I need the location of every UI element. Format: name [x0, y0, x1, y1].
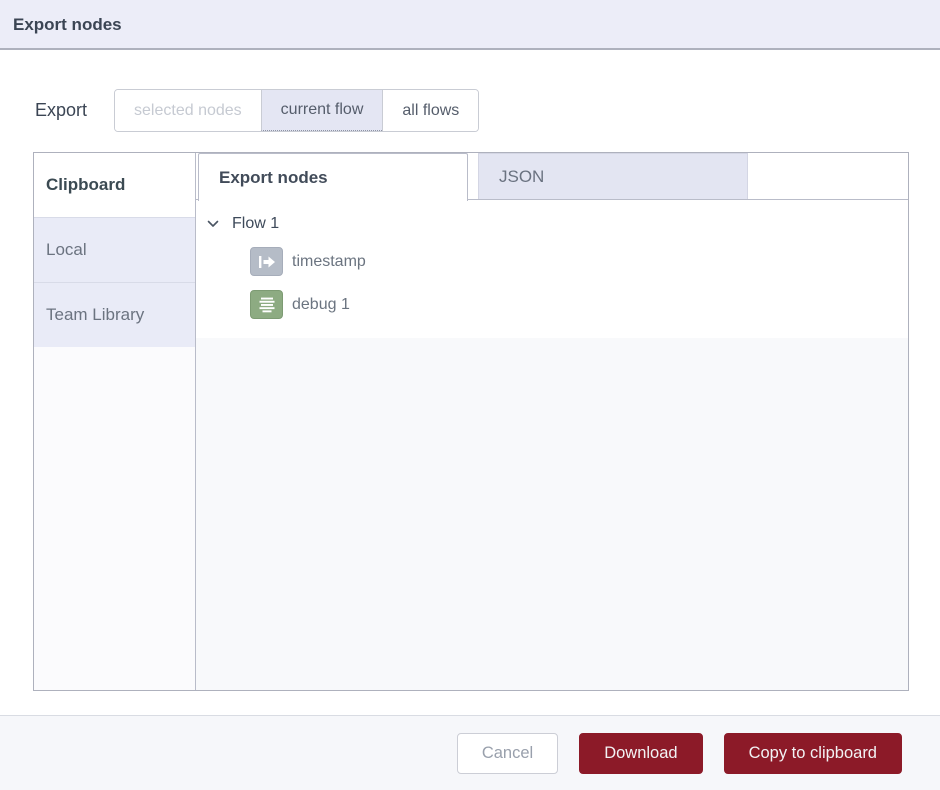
library-sidebar: Clipboard Local Team Library — [34, 153, 196, 690]
node-label: timestamp — [292, 253, 366, 271]
export-content: Export nodes JSON Flow 1 — [196, 153, 908, 690]
sidebar-item-team-library[interactable]: Team Library — [34, 282, 195, 347]
export-scope-button-group: selected nodes current flow all flows — [114, 89, 479, 132]
dialog-title: Export nodes — [0, 0, 940, 50]
export-scope-label: Export — [35, 100, 87, 121]
tab-json[interactable]: JSON — [478, 153, 748, 199]
sidebar-item-local[interactable]: Local — [34, 217, 195, 282]
download-button[interactable]: Download — [579, 733, 702, 774]
export-panel: Clipboard Local Team Library Export node… — [33, 152, 909, 691]
tree-row-node-timestamp[interactable]: timestamp — [196, 240, 908, 283]
tree-empty-area — [196, 338, 908, 690]
dialog-header: Export nodes — [0, 0, 940, 50]
selected-nodes-button[interactable]: selected nodes — [115, 90, 261, 131]
inject-arrow-icon — [250, 247, 283, 276]
dialog-footer: Cancel Download Copy to clipboard — [0, 715, 940, 790]
all-flows-button[interactable]: all flows — [382, 90, 478, 131]
cancel-button[interactable]: Cancel — [457, 733, 558, 774]
debug-lines-icon — [250, 290, 283, 319]
tree-row-flow[interactable]: Flow 1 — [196, 208, 908, 240]
sidebar-header-clipboard: Clipboard — [34, 153, 195, 217]
chevron-down-icon[interactable] — [206, 220, 220, 228]
node-tree: Flow 1 timestamp — [196, 200, 908, 338]
tree-row-node-debug[interactable]: debug 1 — [196, 283, 908, 326]
copy-to-clipboard-button[interactable]: Copy to clipboard — [724, 733, 902, 774]
current-flow-button[interactable]: current flow — [261, 90, 383, 131]
tab-bar: Export nodes JSON — [196, 153, 908, 200]
node-label: debug 1 — [292, 296, 350, 314]
flow-label: Flow 1 — [232, 215, 279, 233]
tab-export-nodes[interactable]: Export nodes — [198, 153, 468, 201]
export-scope-row: Export selected nodes current flow all f… — [35, 89, 479, 132]
